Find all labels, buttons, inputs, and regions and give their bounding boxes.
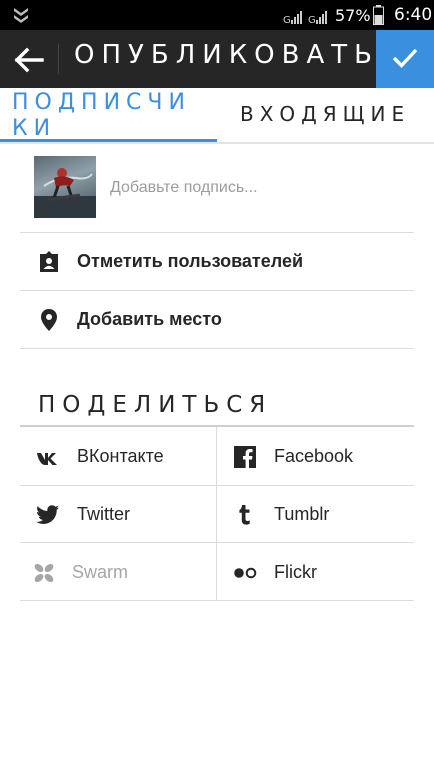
page-title: ОПУБЛИКОВАТЬ: [74, 40, 379, 70]
share-heading: ПОДЕЛИТЬСЯ: [38, 392, 273, 418]
flickr-icon: [234, 567, 257, 579]
divider: [20, 348, 414, 349]
checkmark-icon: [392, 48, 418, 68]
vk-icon: [37, 453, 57, 465]
action-bar: ОПУБЛИКОВАТЬ: [0, 30, 434, 88]
tumblr-icon: [239, 505, 250, 525]
clock: 6:40: [394, 5, 433, 25]
twitter-icon: [36, 505, 59, 524]
swarm-icon: [34, 563, 54, 583]
status-bar: G G 57% 6:40: [0, 0, 434, 30]
signal-icon: G: [283, 11, 302, 25]
location-pin-icon: [41, 309, 57, 331]
add-location-row[interactable]: Добавить место: [20, 292, 414, 348]
divider: [20, 600, 414, 601]
photo-thumbnail: [34, 156, 96, 218]
share-vk[interactable]: ВКонтакте: [20, 428, 216, 485]
share-tumblr[interactable]: Tumblr: [217, 486, 413, 543]
share-flickr-label: Flickr: [274, 562, 317, 582]
add-location-label: Добавить место: [77, 309, 222, 329]
tab-followers[interactable]: ПОДПИСЧИКИ: [12, 90, 212, 142]
battery-percent: 57%: [335, 6, 371, 25]
notification-icon: [14, 8, 28, 23]
photo-thumbnail-image: [34, 168, 96, 218]
svg-text:G: G: [283, 15, 291, 25]
tag-people-icon: [40, 251, 58, 272]
battery-icon: [373, 5, 384, 25]
share-swarm[interactable]: Swarm: [20, 544, 216, 601]
tag-people-row[interactable]: Отметить пользователей: [20, 234, 414, 290]
share-facebook-label: Facebook: [274, 446, 354, 466]
share-swarm-label: Swarm: [72, 562, 129, 582]
divider: [20, 232, 414, 233]
signal-icon-2: G: [308, 11, 327, 25]
tag-people-label: Отметить пользователей: [77, 251, 304, 271]
share-twitter-label: Twitter: [77, 504, 131, 524]
share-flickr[interactable]: Flickr: [217, 544, 413, 601]
arrow-left-icon[interactable]: [14, 47, 44, 73]
divider: [20, 542, 414, 543]
action-bar-divider: [58, 44, 59, 74]
share-tumblr-label: Tumblr: [274, 504, 330, 524]
tab-direct[interactable]: ВХОДЯЩИЕ: [240, 102, 410, 126]
facebook-icon: [234, 446, 256, 468]
divider: [20, 290, 414, 291]
share-twitter[interactable]: Twitter: [20, 486, 216, 543]
audience-tabs: ПОДПИСЧИКИ ВХОДЯЩИЕ: [0, 88, 434, 144]
tabs-divider: [0, 142, 434, 144]
share-vk-label: ВКонтакте: [77, 446, 164, 466]
caption-input[interactable]: [110, 176, 400, 200]
share-divider: [20, 425, 414, 427]
confirm-button[interactable]: [376, 30, 434, 88]
share-facebook[interactable]: Facebook: [217, 428, 413, 485]
svg-text:G: G: [308, 15, 316, 25]
